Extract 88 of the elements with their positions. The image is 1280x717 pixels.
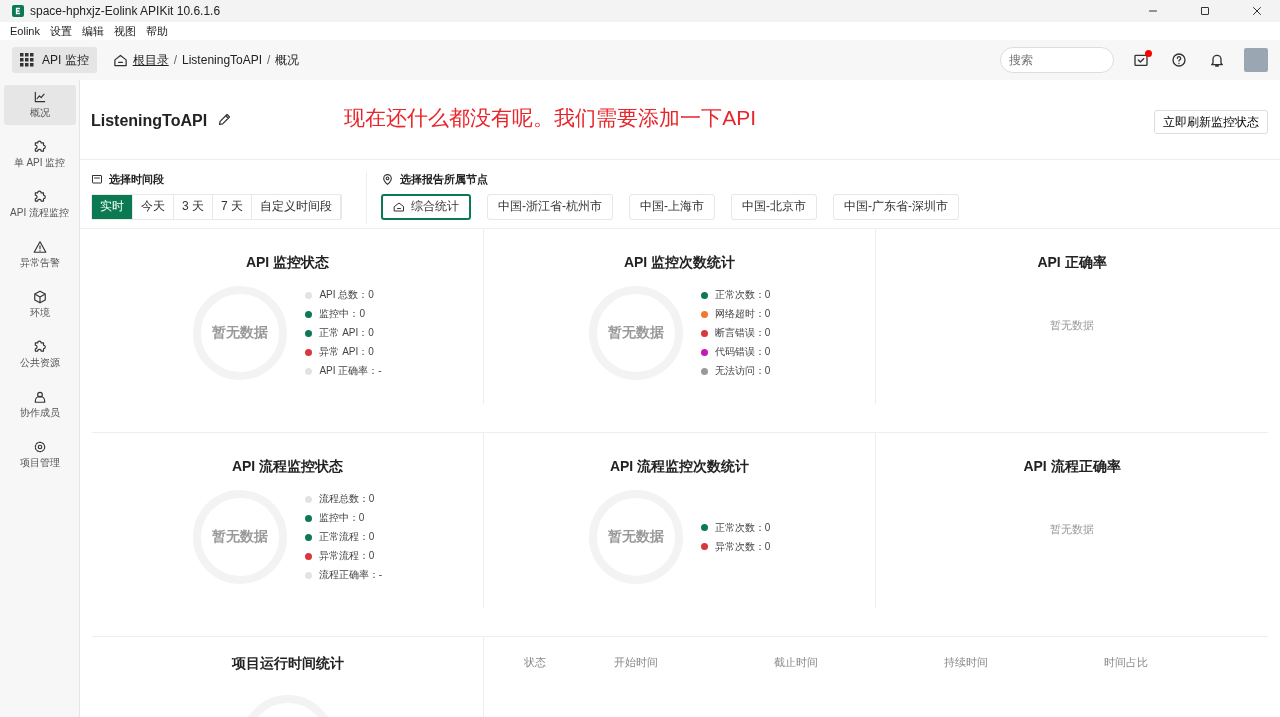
menu-item[interactable]: 设置 <box>49 23 72 39</box>
legend-label: 无法访问：0 <box>714 364 771 378</box>
breadcrumb-separator: / <box>173 53 178 67</box>
grid-icon <box>20 53 34 67</box>
project-name: ListeningToAPI <box>91 112 208 130</box>
panel-title: API 流程监控状态 <box>231 458 344 476</box>
annotation-text: 现在还什么都没有呢。我们需要添加一下API <box>344 105 757 131</box>
breadcrumb-link[interactable]: 根目录 <box>132 51 169 69</box>
time-range-option[interactable]: 实时 <box>92 194 133 219</box>
node-option[interactable]: 中国-北京市 <box>731 193 818 220</box>
sidebar-item[interactable]: API 流程监控 <box>3 185 76 225</box>
column-header: 状态 <box>524 655 547 670</box>
panel-title: API 流程监控次数统计 <box>609 458 750 476</box>
legend-label: API 总数：0 <box>319 288 374 302</box>
puzzle-icon <box>32 340 47 354</box>
legend-label: 监控中：0 <box>319 307 365 321</box>
sidebar-item[interactable]: 公共资源 <box>3 335 76 375</box>
sidebar-item[interactable]: 项目管理 <box>3 435 76 475</box>
column-header: 截止时间 <box>774 655 819 670</box>
sidebar-item[interactable]: 环境 <box>3 285 76 325</box>
legend-label: 正常 API：0 <box>319 326 374 340</box>
panel-title: API 流程正确率 <box>1023 458 1121 476</box>
empty-donut-chart: 暂无数据 <box>192 490 287 584</box>
panel-title: API 监控状态 <box>245 254 330 272</box>
menu-item[interactable]: Eolink <box>10 25 40 37</box>
sidebar-item[interactable]: 概况 <box>3 85 76 125</box>
empty-donut-chart: 暂无数据 <box>193 286 288 380</box>
empty-donut-chart: 暂无数据 <box>588 286 683 380</box>
help-icon <box>1171 52 1187 68</box>
warning-icon <box>32 240 47 254</box>
puzzle-icon <box>32 140 47 154</box>
home-icon <box>112 52 128 68</box>
puzzle-icon <box>32 190 47 204</box>
empty-donut-chart: 暂无数据 <box>588 490 683 584</box>
bell-icon <box>1209 52 1225 68</box>
breadcrumb-separator: / <box>267 53 271 67</box>
legend-label: 流程总数：0 <box>318 492 375 506</box>
legend-label: 网络超时：0 <box>714 307 771 321</box>
menu-item[interactable]: 编辑 <box>81 23 104 39</box>
legend-label: 正常次数：0 <box>714 288 771 302</box>
sidebar-item[interactable]: 单 API 监控 <box>3 135 76 175</box>
column-header: 持续时间 <box>944 655 989 670</box>
node-option[interactable]: 中国-浙江省-杭州市 <box>487 193 614 220</box>
legend-label: 断言错误：0 <box>714 326 771 340</box>
menu-item[interactable]: 帮助 <box>145 23 168 39</box>
legend-label: 流程正确率：- <box>318 568 383 582</box>
maximize-icon <box>1199 5 1211 17</box>
sidebar-item[interactable]: 协作成员 <box>3 385 76 425</box>
calendar-icon <box>91 173 103 186</box>
panel-title: 项目运行时间统计 <box>231 655 344 673</box>
pencil-icon <box>217 112 233 127</box>
refresh-button[interactable]: 立即刷新监控状态 <box>1154 110 1268 134</box>
search-field[interactable]: 搜索 <box>1000 47 1114 73</box>
window-title: space-hphxjz-Eolink APIKit 10.6.1.6 <box>30 4 222 18</box>
breadcrumb-item: ListeningToAPI <box>182 53 263 67</box>
person-icon <box>32 390 47 404</box>
chart-icon <box>32 90 47 104</box>
home-icon <box>393 200 406 213</box>
sidebar-item[interactable]: 异常告警 <box>3 235 76 275</box>
cube-icon <box>32 290 47 304</box>
legend-label: 正常流程：0 <box>318 530 375 544</box>
legend-label: 监控中：0 <box>318 511 365 525</box>
app-switcher-button[interactable]: API 监控 <box>12 47 97 73</box>
empty-text: 暂无数据 <box>1050 318 1094 333</box>
filter-label: 选择时间段 <box>109 171 164 187</box>
node-option[interactable]: 综合统计 <box>381 193 472 220</box>
filter-label: 选择报告所属节点 <box>400 171 489 187</box>
node-option[interactable]: 中国-广东省-深圳市 <box>833 193 960 220</box>
legend-label: 异常 API：0 <box>319 345 374 359</box>
column-header: 开始时间 <box>614 655 659 670</box>
menu-item[interactable]: 视图 <box>113 23 136 39</box>
edit-button[interactable] <box>217 112 233 127</box>
legend-label: 正常次数：0 <box>714 520 771 535</box>
panel-title: API 监控次数统计 <box>623 254 736 272</box>
app-logo-icon <box>12 5 24 17</box>
node-option[interactable]: 中国-上海市 <box>629 193 716 220</box>
empty-text: 暂无数据 <box>1050 522 1094 537</box>
legend-label: 异常流程：0 <box>318 549 375 563</box>
column-header: 时间占比 <box>1104 655 1149 670</box>
legend-label: 代码错误：0 <box>714 345 771 359</box>
gear-icon <box>32 440 47 454</box>
calendar-check-icon <box>1133 52 1149 68</box>
panel-title: API 正确率 <box>1037 254 1107 272</box>
breadcrumb-item: 概况 <box>275 51 300 69</box>
close-icon <box>1251 5 1263 17</box>
location-pin-icon <box>381 172 395 186</box>
legend-label: 异常次数：0 <box>714 539 771 554</box>
legend-label: API 正确率：- <box>319 364 382 378</box>
